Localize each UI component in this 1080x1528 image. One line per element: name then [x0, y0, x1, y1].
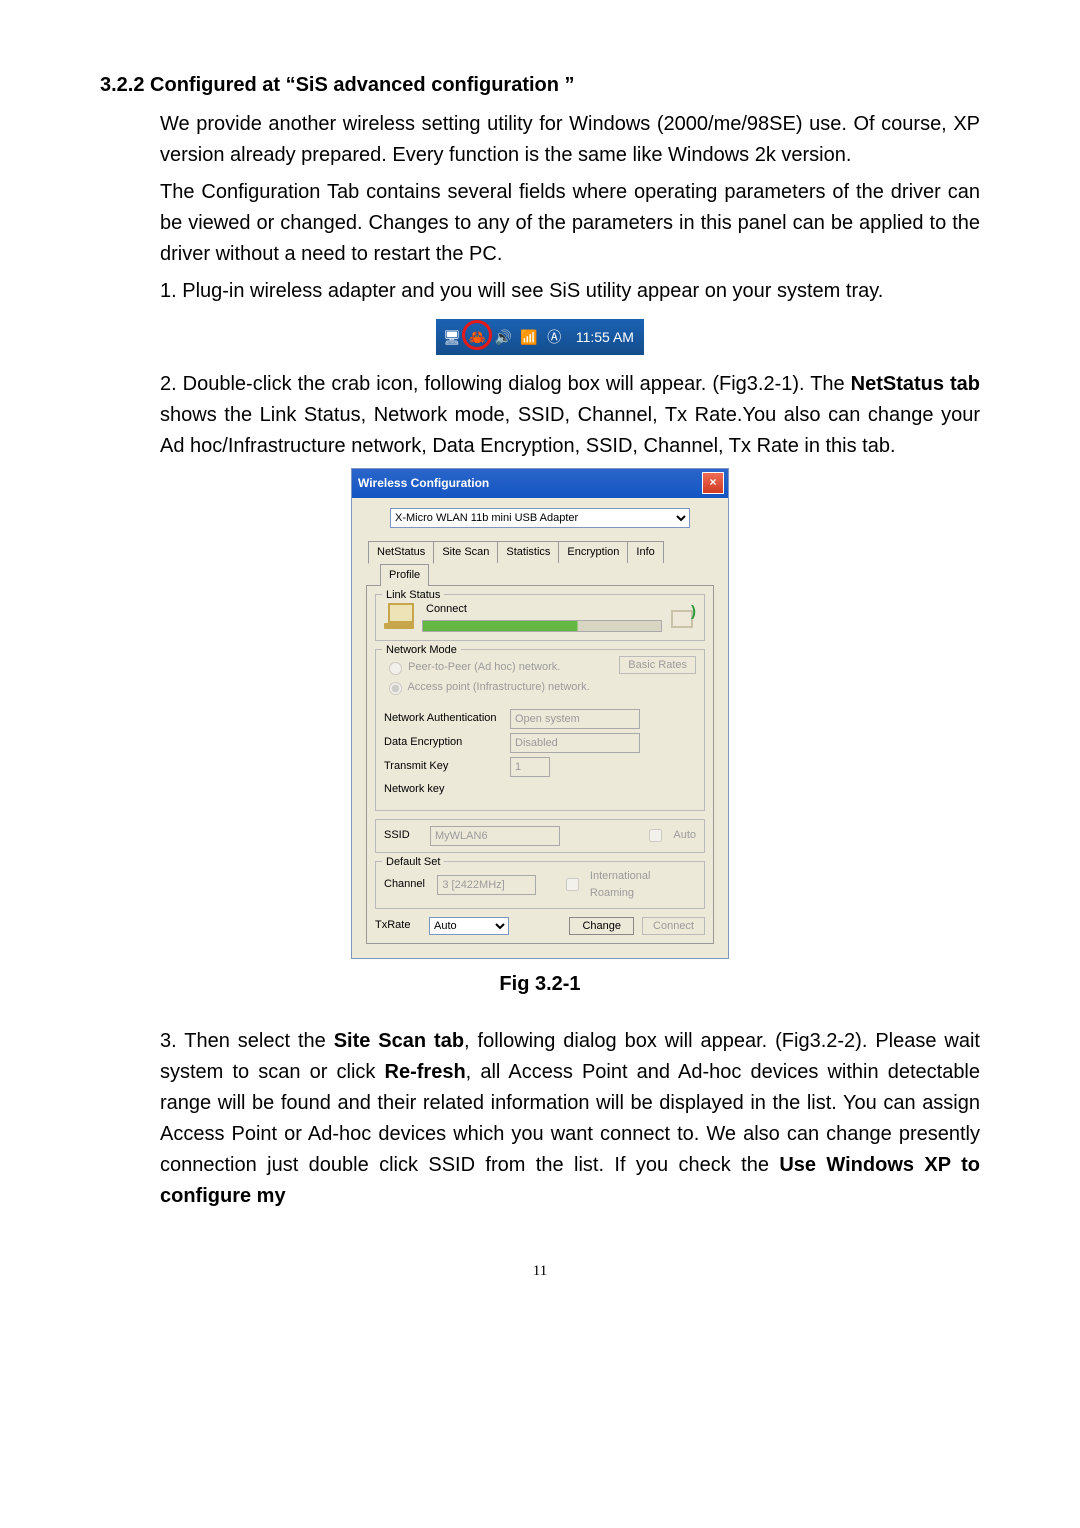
auth-select[interactable]: Open system	[510, 709, 640, 729]
paragraph-2: The Configuration Tab contains several f…	[160, 177, 980, 270]
auto-label: Auto	[673, 827, 696, 844]
paragraph-4: 2. Double-click the crab icon, following…	[160, 369, 980, 462]
channel-label: Channel	[384, 876, 429, 893]
dialog-figure: Wireless Configuration × X-Micro WLAN 11…	[100, 468, 980, 959]
dialog-title: Wireless Configuration	[358, 476, 489, 490]
tab-sitescan[interactable]: Site Scan	[433, 541, 498, 563]
tray-lang-icon: Ⓐ	[544, 319, 564, 355]
group-link-status: Link Status Connect	[375, 594, 705, 641]
change-button[interactable]: Change	[569, 917, 634, 935]
dialog-titlebar: Wireless Configuration ×	[352, 469, 728, 498]
section-heading: 3.2.2 Configured at “SiS advanced config…	[100, 70, 980, 101]
sitescan-bold: Site Scan tab	[334, 1030, 464, 1052]
tray-clock: 11:55 AM	[576, 319, 634, 355]
paragraph-3: 1. Plug-in wireless adapter and you will…	[160, 276, 980, 307]
system-tray: 🖥 🦀 🔊 📶 Ⓐ 11:55 AM	[436, 319, 644, 355]
tray-monitor-icon: 🖥	[442, 319, 462, 355]
netstatus-tab-bold: NetStatus tab	[851, 373, 980, 395]
radio-adhoc[interactable]	[389, 662, 402, 675]
tab-info[interactable]: Info	[627, 541, 663, 563]
netkey-label: Network key	[384, 781, 504, 798]
paragraph-5-pre: 3. Then select the	[160, 1030, 334, 1052]
group-default-set: Default Set Channel 3 [2422MHz] Internat…	[375, 861, 705, 909]
tab-statistics[interactable]: Statistics	[497, 541, 559, 563]
auth-label: Network Authentication	[384, 710, 504, 727]
wireless-config-dialog: Wireless Configuration × X-Micro WLAN 11…	[351, 468, 729, 959]
radio-infrastructure[interactable]	[389, 682, 402, 695]
link-state-text: Connect	[426, 601, 662, 618]
link-strength-bar	[422, 620, 662, 632]
paragraph-1: We provide another wireless setting util…	[160, 109, 980, 171]
tab-bar: NetStatusSite ScanStatisticsEncryptionIn…	[366, 540, 714, 586]
system-tray-figure: 🖥 🦀 🔊 📶 Ⓐ 11:55 AM	[100, 319, 980, 355]
tray-network-icon: 📶	[519, 319, 539, 355]
ssid-input[interactable]: MyWLAN6	[430, 826, 560, 846]
tab-content-netstatus: Link Status Connect Network Mode Basic R…	[366, 586, 714, 944]
group-ssid: SSID MyWLAN6 Auto	[375, 819, 705, 853]
adapter-select[interactable]: X-Micro WLAN 11b mini USB Adapter	[390, 508, 690, 528]
txrate-select[interactable]: Auto	[429, 917, 509, 935]
paragraph-4-pre: 2. Double-click the crab icon, following…	[160, 373, 851, 395]
group-network-mode: Network Mode Basic Rates Peer-to-Peer (A…	[375, 649, 705, 811]
paragraph-4-post: shows the Link Status, Network mode, SSI…	[160, 404, 980, 457]
tray-volume-icon: 🔊	[493, 319, 513, 355]
auto-checkbox[interactable]	[649, 829, 662, 842]
connect-button[interactable]: Connect	[642, 917, 705, 935]
group-link-label: Link Status	[382, 587, 444, 604]
channel-select[interactable]: 3 [2422MHz]	[437, 875, 536, 895]
txkey-label: Transmit Key	[384, 758, 504, 775]
txkey-select[interactable]: 1	[510, 757, 550, 777]
paragraph-5: 3. Then select the Site Scan tab, follow…	[160, 1026, 980, 1212]
radio-adhoc-label: Peer-to-Peer (Ad hoc) network.	[408, 661, 560, 673]
roaming-label: International Roaming	[590, 868, 696, 902]
enc-label: Data Encryption	[384, 734, 504, 751]
close-icon[interactable]: ×	[702, 472, 724, 494]
figure-caption: Fig 3.2-1	[100, 969, 980, 1000]
basic-rates-button[interactable]: Basic Rates	[619, 656, 696, 674]
page-number: 11	[100, 1260, 980, 1283]
radio-infrastructure-label: Access point (Infrastructure) network.	[407, 681, 589, 693]
group-default-label: Default Set	[382, 854, 444, 871]
red-circle-highlight	[462, 320, 492, 350]
tab-encryption[interactable]: Encryption	[558, 541, 628, 563]
accesspoint-icon	[668, 604, 696, 628]
laptop-icon	[384, 603, 416, 629]
enc-select[interactable]: Disabled	[510, 733, 640, 753]
roaming-checkbox[interactable]	[566, 878, 579, 891]
refresh-bold: Re-fresh	[385, 1061, 466, 1083]
txrate-label: TxRate	[375, 917, 421, 934]
tab-netstatus[interactable]: NetStatus	[368, 541, 434, 564]
group-mode-label: Network Mode	[382, 642, 461, 659]
tab-profile[interactable]: Profile	[380, 564, 429, 586]
ssid-label: SSID	[384, 827, 422, 844]
